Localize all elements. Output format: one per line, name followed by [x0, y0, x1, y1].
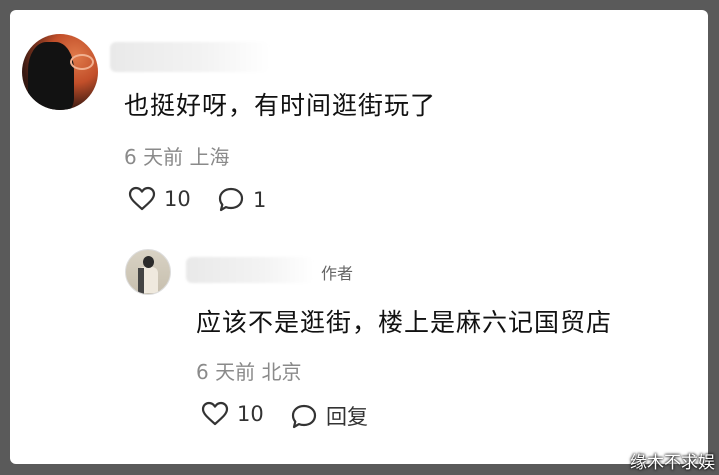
reply-like-count: 10: [237, 402, 264, 426]
reply-meta: 6 天前 北京: [196, 356, 301, 385]
avatar-head: [143, 256, 154, 268]
commenter-avatar[interactable]: [22, 34, 98, 110]
reply-time: 6 天前: [196, 360, 256, 384]
reply-reply-label: 回复: [326, 405, 368, 429]
reply-like-button[interactable]: 10: [201, 401, 264, 427]
comment-text: 也挺好呀，有时间逛街玩了: [124, 91, 437, 120]
comment-reply-count: 1: [253, 187, 267, 212]
reply-text: 应该不是逛街，楼上是麻六记国贸店: [196, 308, 613, 337]
comment-like-button[interactable]: 10: [128, 186, 191, 212]
comment-bubble-icon: [218, 187, 244, 212]
reply-location: 北京: [261, 360, 302, 384]
commenter-name-blurred[interactable]: [110, 42, 270, 72]
comment-like-count: 10: [164, 187, 191, 211]
reply-reply-button[interactable]: 回复: [290, 401, 368, 431]
heart-icon: [128, 186, 156, 211]
comment-location: 上海: [189, 145, 230, 169]
reply-author-avatar[interactable]: [125, 249, 171, 295]
reply-author-name-blurred[interactable]: [186, 257, 314, 283]
avatar-glasses: [70, 54, 94, 70]
comment-time: 6 天前: [124, 145, 184, 169]
comment-reply-button[interactable]: 1: [217, 186, 266, 213]
comment-meta: 6 天前 上海: [124, 141, 229, 170]
avatar-hair: [28, 42, 74, 110]
comment-bubble-icon: [291, 404, 317, 428]
author-tag: 作者: [321, 264, 354, 283]
avatar-coat: [138, 268, 144, 294]
heart-icon: [201, 401, 229, 426]
watermark: 缘木不求娱: [630, 453, 715, 473]
comment-card: 也挺好呀，有时间逛街玩了 6 天前 上海 10 1 作者 应该不是逛街，楼上是麻…: [10, 10, 708, 464]
